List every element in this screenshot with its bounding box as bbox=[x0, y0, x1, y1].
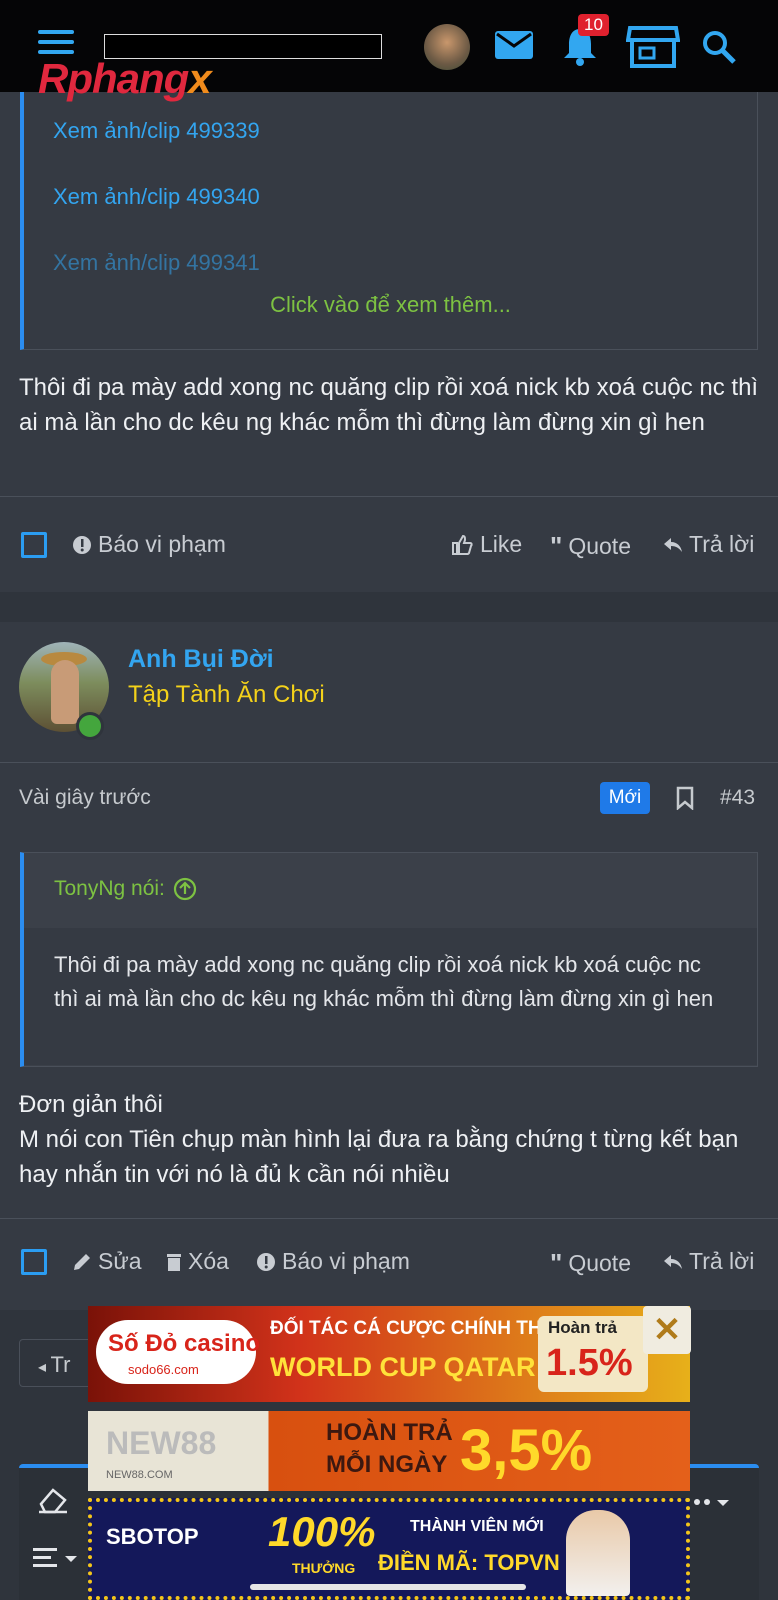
clip-link[interactable]: Xem ảnh/clip 499340 bbox=[53, 184, 260, 210]
report-button[interactable]: Báo vi phạm bbox=[72, 531, 226, 558]
ad3-line1: THÀNH VIÊN MỚI bbox=[410, 1518, 544, 1535]
search-icon[interactable] bbox=[702, 30, 736, 64]
ad2-value: 3,5% bbox=[460, 1418, 593, 1483]
alert-icon bbox=[73, 535, 91, 554]
reply-label: Trả lời bbox=[689, 1248, 755, 1274]
ad2-brand: NEW88 bbox=[106, 1425, 217, 1461]
post-number[interactable]: #43 bbox=[720, 786, 755, 810]
ad1-offer-label: Hoàn trả bbox=[548, 1318, 617, 1337]
online-status-icon bbox=[76, 712, 104, 740]
ad2-line2: MỖI NGÀY bbox=[326, 1451, 448, 1478]
arrow-up-circle-icon bbox=[173, 877, 197, 901]
post-message-line: Đơn giản thôi bbox=[19, 1091, 163, 1118]
close-icon[interactable]: ✕ bbox=[643, 1306, 691, 1354]
reply-icon bbox=[664, 1254, 682, 1269]
quote-header[interactable]: TonyNg nói: bbox=[54, 877, 197, 901]
clip-link[interactable]: Xem ảnh/clip 499339 bbox=[53, 118, 260, 144]
ad3-brand: SBOTOP bbox=[106, 1524, 199, 1549]
post-card: Xem ảnh/clip 499339 Xem ảnh/clip 499340 … bbox=[0, 92, 778, 592]
ad3-line2: ĐIỀN MÃ: TOPVN bbox=[378, 1550, 560, 1575]
prev-page-label: Tr bbox=[50, 1352, 71, 1377]
like-button[interactable]: Like bbox=[450, 531, 522, 558]
post-author-title: Tập Tành Ăn Chơi bbox=[128, 681, 325, 708]
report-button[interactable]: Báo vi phạm bbox=[256, 1248, 410, 1275]
ad1-offer-value: 1.5% bbox=[546, 1342, 633, 1384]
quote-icon: " bbox=[550, 1248, 563, 1278]
ad1-site: sodo66.com bbox=[128, 1362, 199, 1377]
quote-button[interactable]: " Quote bbox=[550, 531, 631, 562]
chevron-left-icon: ◂ bbox=[38, 1359, 51, 1376]
divider bbox=[0, 762, 778, 763]
quote-button[interactable]: " Quote bbox=[550, 1248, 631, 1279]
mail-icon[interactable] bbox=[494, 30, 534, 60]
ad3-sub: THƯỞNG bbox=[292, 1560, 356, 1576]
quote-label: Quote bbox=[568, 1250, 631, 1276]
thumbs-up-icon bbox=[452, 534, 473, 555]
report-label: Báo vi phạm bbox=[282, 1248, 410, 1274]
ad1-brand: Số Đỏ casino bbox=[108, 1330, 261, 1357]
post-timestamp[interactable]: Vài giây trước bbox=[19, 786, 151, 810]
quote-block: TonyNg nói: Thôi đi pa mày add xong nc q… bbox=[20, 852, 758, 1067]
edit-label: Sửa bbox=[98, 1248, 142, 1274]
ad3-value: 100% bbox=[268, 1508, 376, 1555]
post-author-name[interactable]: Anh Bụi Đời bbox=[128, 645, 274, 674]
quote-label: Quote bbox=[568, 533, 631, 559]
ad-banner-new88[interactable]: NEW88 NEW88.COM HOÀN TRẢ MỖI NGÀY 3,5% bbox=[88, 1411, 690, 1491]
eraser-icon[interactable] bbox=[37, 1486, 69, 1514]
quote-icon: " bbox=[550, 531, 563, 561]
user-avatar[interactable] bbox=[424, 24, 470, 70]
divider bbox=[0, 1218, 778, 1219]
trash-icon bbox=[167, 1253, 181, 1271]
reply-button[interactable]: Trả lời bbox=[663, 1248, 754, 1275]
edit-button[interactable]: Sửa bbox=[72, 1248, 142, 1275]
alert-icon bbox=[257, 1252, 275, 1271]
quote-author: TonyNg nói: bbox=[54, 877, 165, 900]
store-icon[interactable] bbox=[626, 24, 680, 68]
reply-button[interactable]: Trả lời bbox=[663, 531, 754, 558]
delete-label: Xóa bbox=[188, 1248, 229, 1274]
quote-text: Thôi đi pa mày add xong nc quăng clip rồ… bbox=[24, 928, 757, 1065]
like-label: Like bbox=[480, 531, 523, 557]
report-label: Báo vi phạm bbox=[98, 531, 226, 557]
more-options-icon[interactable] bbox=[683, 1496, 733, 1508]
site-logo[interactable]: Rphangx bbox=[38, 58, 212, 100]
select-checkbox[interactable] bbox=[21, 1249, 47, 1275]
delete-button[interactable]: Xóa bbox=[166, 1248, 229, 1275]
expand-quote-link[interactable]: Click vào để xem thêm... bbox=[24, 292, 757, 318]
ad-banner-sodo[interactable]: Số Đỏ casino sodo66.com ĐỐI TÁC CÁ CƯỢC … bbox=[88, 1306, 690, 1402]
clip-link[interactable]: Xem ảnh/clip 499341 bbox=[53, 250, 260, 276]
select-checkbox[interactable] bbox=[21, 532, 47, 558]
align-icon[interactable] bbox=[33, 1546, 79, 1570]
top-bar: Rphangx 10 bbox=[0, 0, 778, 100]
reply-icon bbox=[664, 537, 682, 552]
bookmark-icon[interactable] bbox=[676, 786, 694, 810]
ad2-site: NEW88.COM bbox=[106, 1469, 173, 1481]
home-indicator[interactable] bbox=[250, 1584, 526, 1590]
divider bbox=[0, 496, 778, 497]
pencil-icon bbox=[74, 1253, 90, 1270]
reply-label: Trả lời bbox=[689, 531, 755, 557]
post-message: Thôi đi pa mày add xong nc quăng clip rồ… bbox=[19, 374, 759, 436]
new-badge: Mới bbox=[600, 782, 650, 814]
notification-badge: 10 bbox=[578, 14, 609, 36]
ad2-line1: HOÀN TRẢ bbox=[326, 1419, 453, 1446]
post-message: M nói con Tiên chụp màn hình lại đưa ra … bbox=[19, 1126, 739, 1188]
